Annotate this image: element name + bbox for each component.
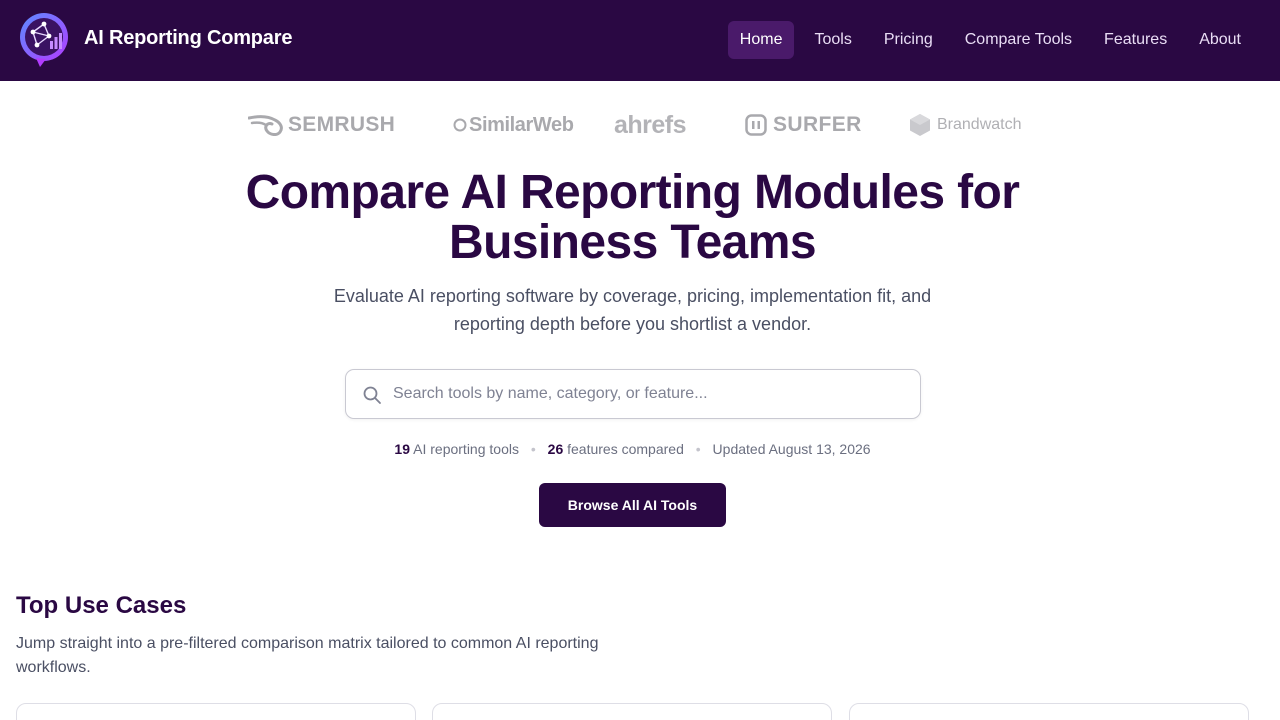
separator-dot: • (695, 441, 701, 457)
tools-count: 19 (394, 441, 410, 457)
use-case-card[interactable] (432, 703, 832, 720)
partner-name: SURFER (773, 113, 862, 136)
browse-all-tools-button[interactable]: Browse All AI Tools (539, 483, 726, 527)
features-label: features compared (567, 441, 684, 457)
top-navbar: AI Reporting Compare Home Tools Pricing … (0, 0, 1280, 81)
search-box[interactable] (345, 369, 921, 419)
hero-title-line-1: Compare AI Reporting Modules for (245, 166, 1020, 219)
brand-name: AI Reporting Compare (84, 26, 293, 49)
brandwatch-hexagon-icon (910, 114, 930, 136)
use-case-card[interactable] (16, 703, 416, 720)
hero-subtitle: Evaluate AI reporting software by covera… (333, 286, 932, 334)
partner-name: Brandwatch (937, 116, 1022, 133)
partner-logo-ahrefs: ahrefs (614, 108, 687, 142)
partner-name: SimilarWeb (469, 113, 574, 136)
partner-logo-semrush: SEMRUSH (248, 108, 395, 142)
search-input[interactable] (393, 370, 908, 418)
hero-title: Compare AI Reporting Modules for Busines… (0, 168, 1265, 268)
main-nav: Home Tools Pricing Compare Tools Feature… (720, 21, 1253, 59)
use-cases-subtitle: Jump straight into a pre-filtered compar… (16, 635, 599, 676)
separator-dot: • (530, 441, 536, 457)
brand[interactable]: AI Reporting Compare (19, 12, 292, 68)
nav-about[interactable]: About (1187, 21, 1253, 59)
nav-home[interactable]: Home (727, 21, 795, 59)
partner-logo-surfer: SURFER (745, 108, 862, 142)
nav-tools[interactable]: Tools (802, 21, 863, 59)
partner-name: ahrefs (614, 110, 687, 139)
nav-compare-tools[interactable]: Compare Tools (953, 21, 1084, 59)
partner-logo-brandwatch: Brandwatch (909, 108, 1022, 142)
partner-logo-similarweb: SimilarWeb (451, 108, 574, 142)
similarweb-icon (451, 117, 467, 133)
hero-title-line-2: Business Teams (449, 216, 816, 269)
semrush-flame-icon (248, 115, 283, 136)
nav-features[interactable]: Features (1092, 21, 1179, 59)
tools-label: AI reporting tools (413, 441, 519, 457)
updated-date: Updated August 13, 2026 (712, 441, 871, 457)
network-chart-icon (20, 13, 68, 67)
search-icon (363, 386, 381, 404)
use-case-card[interactable] (849, 703, 1249, 720)
surfer-icon (745, 114, 767, 136)
features-count: 26 (547, 441, 564, 457)
partner-logo-strip: SEMRUSH SimilarWeb ahrefs SURFER Brandwa… (0, 108, 1265, 142)
stats-bar: 19 AI reporting tools • 26 features comp… (0, 439, 1265, 459)
nav-pricing[interactable]: Pricing (872, 21, 945, 59)
use-cases-title: Top Use Cases (16, 592, 187, 619)
partner-name: SEMRUSH (288, 113, 396, 136)
